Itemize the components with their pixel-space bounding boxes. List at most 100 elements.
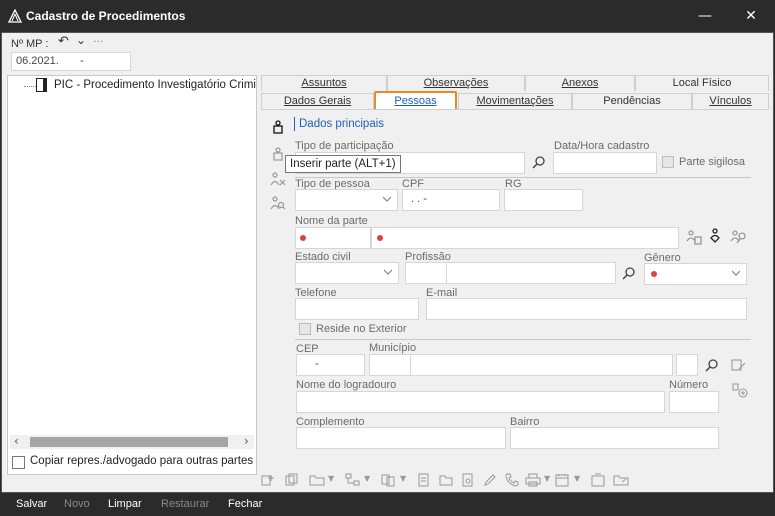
address-edit-icon[interactable] [731,358,747,372]
edit-person-icon[interactable] [272,147,284,161]
tab-local-fisico-label: Local Físico [672,77,732,89]
genero-select[interactable] [644,263,747,285]
search-person-icon[interactable] [270,196,286,210]
copy-record-icon[interactable] [285,473,299,487]
search-icon[interactable] [705,358,719,372]
icon-toolbar: ▼ ▼ ▼ ▼ ▼ [261,471,631,491]
profissao-code-input[interactable] [405,262,447,284]
scrollbar-thumb[interactable] [30,437,228,447]
reside-exterior-checkbox[interactable] [299,323,311,335]
uf-input[interactable] [676,354,698,376]
undo-icon[interactable]: ↶ [58,34,69,49]
section-marker [294,117,295,131]
bairro-input[interactable] [510,427,719,449]
tab-anexos-label: Anexos [561,77,599,89]
municipio-label: Município [369,342,417,354]
caret-down-icon[interactable]: ▼ [364,474,370,483]
tab-anexos[interactable]: Anexos [525,75,635,91]
caret-down-icon[interactable]: ▼ [328,474,334,483]
tab-pendencias-label: Pendências [603,95,661,107]
caret-down-icon[interactable]: ▼ [544,474,550,483]
required-dot [377,235,383,241]
horizontal-scrollbar[interactable]: ‹ › [10,434,254,449]
tab-observacoes[interactable]: Observações [387,75,525,91]
tipo-participacao-label: Tipo de participação [295,140,394,152]
remove-person-icon[interactable] [270,172,286,186]
chevron-down-icon[interactable]: ⌄ [76,33,86,47]
attach-icon[interactable] [461,473,475,487]
parte-sigilosa-label: Parte sigilosa [679,156,746,168]
limpar-button[interactable]: Limpar [108,498,142,510]
logradouro-input[interactable] [296,391,665,413]
cep-mask: - [315,358,319,370]
complemento-input[interactable] [296,427,506,449]
folder-export-icon[interactable] [613,473,629,487]
nmp-label: Nº MP : [11,38,49,50]
tab-pessoas-label: Pessoas [394,95,437,107]
caret-down-icon[interactable]: ▼ [400,474,406,483]
add-record-icon[interactable] [261,473,275,487]
print-doc-icon[interactable] [417,473,431,487]
scroll-left-icon[interactable]: ‹ [14,434,19,448]
novo-button[interactable]: Novo [64,498,90,510]
required-dot [300,235,306,241]
main-window: Nº MP : ↶ ⌄ ··· 06.2021. - PIC - Procedi… [1,32,774,493]
copy-repres-checkbox[interactable] [12,456,25,469]
tab-observacoes-label: Observações [423,77,489,89]
person-search-icon[interactable] [730,229,748,245]
estado-civil-select[interactable] [295,262,399,284]
nome-parte-input[interactable] [371,227,679,249]
email-input[interactable] [426,298,747,320]
nmp-input[interactable]: 06.2021. - [11,52,131,71]
tab-movimentacoes[interactable]: Movimentações [458,93,572,109]
cpf-mask: . . - [411,193,427,205]
tab-dados-gerais[interactable]: Dados Gerais [261,93,374,109]
parte-sigilosa-checkbox[interactable] [662,156,674,168]
scroll-right-icon[interactable]: › [244,434,249,448]
tree-connector [24,86,36,88]
restaurar-button[interactable]: Restaurar [161,498,209,510]
salvar-button[interactable]: Salvar [16,498,47,510]
search-icon[interactable] [532,155,546,169]
numero-input[interactable] [669,391,719,413]
document-icon [36,78,47,92]
edit-icon[interactable] [483,473,497,487]
tab-vinculos-label: Vínculos [709,95,752,107]
person-link-icon[interactable] [709,228,723,245]
insert-person-icon[interactable] [272,120,284,134]
calendar-icon[interactable] [555,473,569,487]
more-icon[interactable]: ··· [93,35,104,48]
tree-item-pic[interactable]: PIC - Procedimento Investigatório Crimi [54,79,256,91]
tab-vinculos[interactable]: Vínculos [692,93,769,109]
fechar-button[interactable]: Fechar [228,498,262,510]
add-address-icon[interactable] [731,381,749,399]
person-card-icon[interactable] [686,229,702,245]
municipio-input[interactable] [410,354,673,376]
cpf-input[interactable]: . . - [402,189,500,211]
nome-parte-prefix-input[interactable] [295,227,371,249]
phone-icon[interactable] [505,473,519,487]
tab-assuntos[interactable]: Assuntos [261,75,387,91]
caret-down-icon[interactable]: ▼ [574,474,580,483]
telefone-input[interactable] [295,298,419,320]
tipo-pessoa-select[interactable] [295,189,398,211]
window-title: Cadastro de Procedimentos [26,9,186,23]
municipio-code-input[interactable] [369,354,411,376]
required-dot [651,271,657,277]
search-icon[interactable] [622,266,636,280]
tab-pendencias[interactable]: Pendências [572,93,692,109]
profissao-input[interactable] [446,262,616,284]
cep-input[interactable]: - [296,354,365,376]
documents-icon[interactable] [381,473,397,487]
open-folder-icon[interactable] [439,473,455,487]
close-button[interactable]: ✕ [736,4,766,28]
minimize-button[interactable]: — [690,4,720,28]
archive-icon[interactable] [591,473,605,487]
hierarchy-icon[interactable] [345,473,361,487]
printer-icon[interactable] [525,473,541,487]
procedure-tree[interactable]: PIC - Procedimento Investigatório Crimi … [7,75,257,475]
tab-local-fisico[interactable]: Local Físico [635,75,769,91]
tab-pessoas[interactable]: Pessoas [374,91,457,111]
rg-input[interactable] [504,189,583,211]
folder-icon[interactable] [309,473,325,487]
